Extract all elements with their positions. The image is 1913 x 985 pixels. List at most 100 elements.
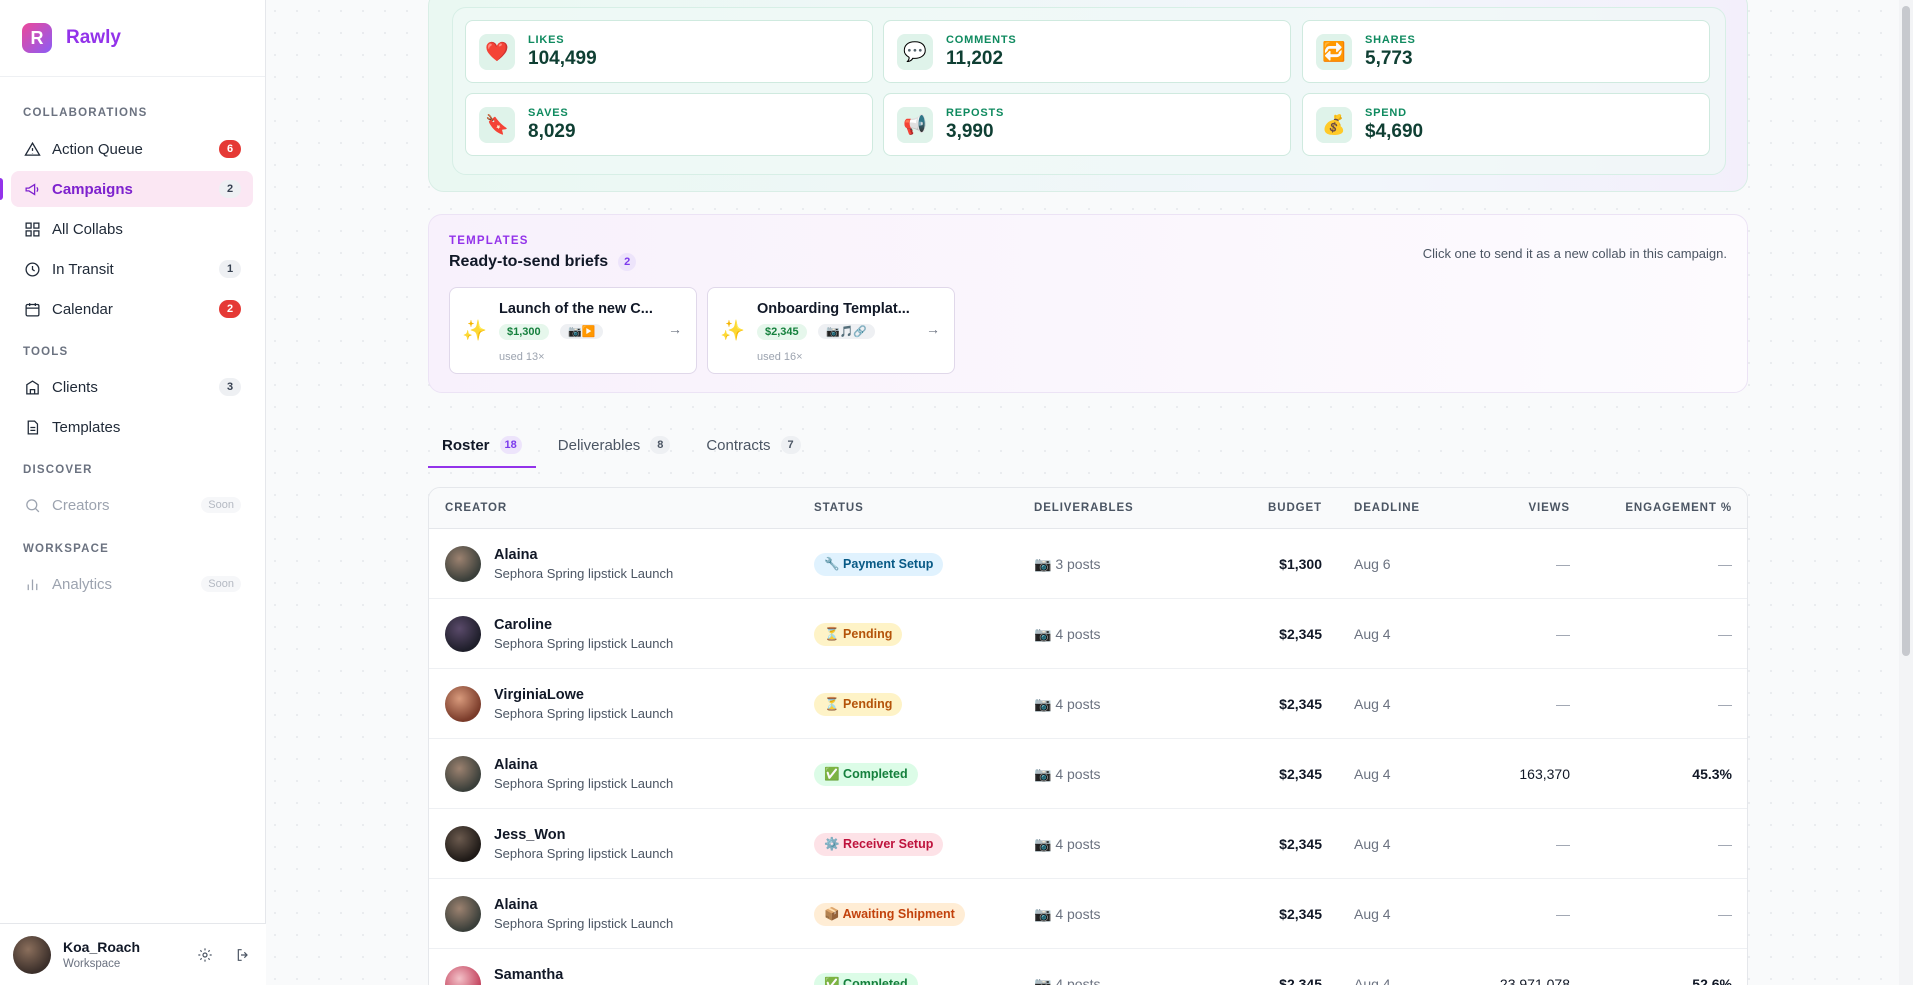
- stat-card-saves: 🔖 SAVES 8,029: [465, 93, 873, 156]
- views-cell: —: [1556, 906, 1570, 922]
- budget-cell: $2,345: [1279, 906, 1322, 922]
- deliverables-cell: 📷 4 posts: [1034, 836, 1101, 852]
- creator-cell[interactable]: SamanthaSephora Spring lipstick Launch: [445, 966, 673, 985]
- logout-button[interactable]: [228, 940, 258, 970]
- bar-chart-icon: [23, 575, 41, 593]
- platform-icons: 📷▶️: [560, 324, 604, 339]
- campaign-name: Sephora Spring lipstick Launch: [494, 636, 674, 651]
- campaign-name: Sephora Spring lipstick Launch: [494, 776, 674, 791]
- engagement-cell: 52.6%: [1692, 976, 1732, 985]
- logout-icon: [235, 947, 251, 963]
- templates-panel: TEMPLATES Ready-to-send briefs 2 Click o…: [428, 214, 1748, 393]
- status-badge: 📦 Awaiting Shipment: [814, 903, 965, 926]
- templates-hint: Click one to send it as a new collab in …: [1422, 246, 1727, 261]
- template-card-launch[interactable]: ✨ Launch of the new C... $1,300 📷▶️ used…: [449, 287, 697, 374]
- table-row[interactable]: Caroline Sephora Spring lipstick Launch ⏳ …: [429, 599, 1747, 669]
- stat-card-spend: 💰 SPEND $4,690: [1302, 93, 1710, 156]
- money-bag-icon: 💰: [1316, 106, 1352, 143]
- stat-label: SHARES: [1365, 33, 1416, 46]
- sidebar-item-label: Templates: [52, 418, 121, 436]
- status-badge: ✅ Completed: [814, 973, 918, 985]
- tab-roster[interactable]: Roster 18: [428, 424, 536, 468]
- creator-cell[interactable]: Caroline Sephora Spring lipstick Launch: [445, 616, 673, 652]
- creator-cell[interactable]: Alaina Sephora Spring lipstick Launch: [445, 546, 673, 582]
- budget-cell: $2,345: [1279, 766, 1322, 782]
- creator-name: Alaina: [494, 757, 538, 773]
- col-deliverables[interactable]: DELIVERABLES: [1034, 502, 1134, 514]
- active-indicator: [0, 178, 3, 200]
- col-views[interactable]: VIEWS: [1528, 502, 1570, 514]
- stat-label: SAVES: [528, 106, 569, 119]
- creator-cell[interactable]: VirginiaLowe Sephora Spring lipstick Laun…: [445, 686, 673, 722]
- avatar[interactable]: [13, 935, 51, 974]
- sidebar: R Rawly COLLABORATIONS Action Queue 6 Ca…: [0, 0, 266, 985]
- sidebar-item-in-transit[interactable]: In Transit 1: [11, 251, 253, 287]
- tab-contracts[interactable]: Contracts 7: [692, 424, 814, 466]
- scrollbar-thumb[interactable]: [1902, 6, 1910, 656]
- col-status[interactable]: STATUS: [814, 502, 864, 514]
- creator-cell[interactable]: Alaina Sephora Spring lipstick Launch: [445, 896, 673, 932]
- campaign-name: Sephora Spring lipstick Launch: [494, 916, 674, 931]
- templates-title: Ready-to-send briefs 2: [449, 253, 637, 271]
- sidebar-item-all-collabs[interactable]: All Collabs: [11, 211, 253, 247]
- campaign-name: Sephora Spring lipstick Launch: [494, 706, 674, 721]
- deliverables-cell: 📷 3 posts: [1034, 556, 1101, 572]
- template-name: Launch of the new C...: [499, 301, 653, 317]
- tab-label: Contracts: [706, 436, 771, 454]
- table-row[interactable]: Jess_Won Sephora Spring lipstick Launch ⚙️…: [429, 809, 1747, 879]
- table-row[interactable]: SamanthaSephora Spring lipstick Launch ✅ …: [429, 949, 1747, 985]
- sidebar-item-action-queue[interactable]: Action Queue 6: [11, 131, 253, 167]
- section-collaborations: COLLABORATIONS: [23, 107, 148, 119]
- section-workspace: WORKSPACE: [23, 543, 109, 555]
- sidebar-item-calendar[interactable]: Calendar 2: [11, 291, 253, 327]
- col-deadline[interactable]: DEADLINE: [1354, 502, 1420, 514]
- stat-label: COMMENTS: [946, 33, 1017, 46]
- clock-icon: [23, 260, 41, 278]
- views-cell: 163,370: [1519, 766, 1570, 782]
- views-cell: —: [1556, 556, 1570, 572]
- avatar: [445, 756, 481, 792]
- calendar-icon: [23, 300, 41, 318]
- sidebar-item-clients[interactable]: Clients 3: [11, 369, 253, 405]
- tab-deliverables[interactable]: Deliverables 8: [544, 424, 685, 466]
- soon-badge: Soon: [201, 576, 241, 592]
- sidebar-item-campaigns[interactable]: Campaigns 2: [11, 171, 253, 207]
- arrow-right-icon: →: [926, 321, 940, 337]
- template-usage: used 16×: [757, 351, 803, 363]
- table-row[interactable]: Alaina Sephora Spring lipstick Launch ✅ Co…: [429, 739, 1747, 809]
- section-tools: TOOLS: [23, 346, 69, 358]
- deadline-cell: Aug 4: [1354, 906, 1391, 922]
- table-row[interactable]: Alaina Sephora Spring lipstick Launch 🔧 Pa…: [429, 529, 1747, 599]
- warning-icon: [23, 140, 41, 158]
- col-creator[interactable]: CREATOR: [445, 502, 507, 514]
- scrollbar[interactable]: [1899, 0, 1913, 985]
- platform-icons: 📷🎵🔗: [818, 324, 876, 339]
- stat-value: 3,990: [946, 120, 994, 142]
- speech-bubble-icon: 💬: [897, 33, 933, 70]
- stat-label: SPEND: [1365, 106, 1407, 119]
- settings-button[interactable]: [190, 940, 220, 970]
- table-row[interactable]: Alaina Sephora Spring lipstick Launch 📦 Aw…: [429, 879, 1747, 949]
- budget-cell: $2,345: [1279, 626, 1322, 642]
- table-body: Alaina Sephora Spring lipstick Launch 🔧 Pa…: [429, 529, 1747, 985]
- templates-title-text: Ready-to-send briefs: [449, 253, 609, 270]
- campaigns-count: 2: [219, 180, 241, 198]
- deadline-cell: Aug 6: [1354, 556, 1391, 572]
- table-row[interactable]: VirginiaLowe Sephora Spring lipstick Laun…: [429, 669, 1747, 739]
- col-engagement[interactable]: ENGAGEMENT %: [1625, 502, 1732, 514]
- avatar: [445, 896, 481, 932]
- brand[interactable]: R Rawly: [0, 0, 265, 77]
- sidebar-item-templates[interactable]: Templates: [11, 409, 253, 445]
- col-budget[interactable]: BUDGET: [1268, 502, 1322, 514]
- megaphone-icon: [23, 180, 41, 198]
- views-cell: —: [1556, 626, 1570, 642]
- creator-cell[interactable]: Jess_Won Sephora Spring lipstick Launch: [445, 826, 673, 862]
- creator-name: VirginiaLowe: [494, 687, 584, 703]
- sparkles-icon: ✨: [462, 320, 487, 342]
- stat-label: REPOSTS: [946, 106, 1005, 119]
- engagement-cell: —: [1718, 696, 1732, 712]
- template-card-onboarding[interactable]: ✨ Onboarding Templat... $2,345 📷🎵🔗 used …: [707, 287, 955, 374]
- creator-cell[interactable]: Alaina Sephora Spring lipstick Launch: [445, 756, 673, 792]
- engagement-cell: —: [1718, 906, 1732, 922]
- user-profile: Koa_Roach Workspace: [0, 923, 266, 985]
